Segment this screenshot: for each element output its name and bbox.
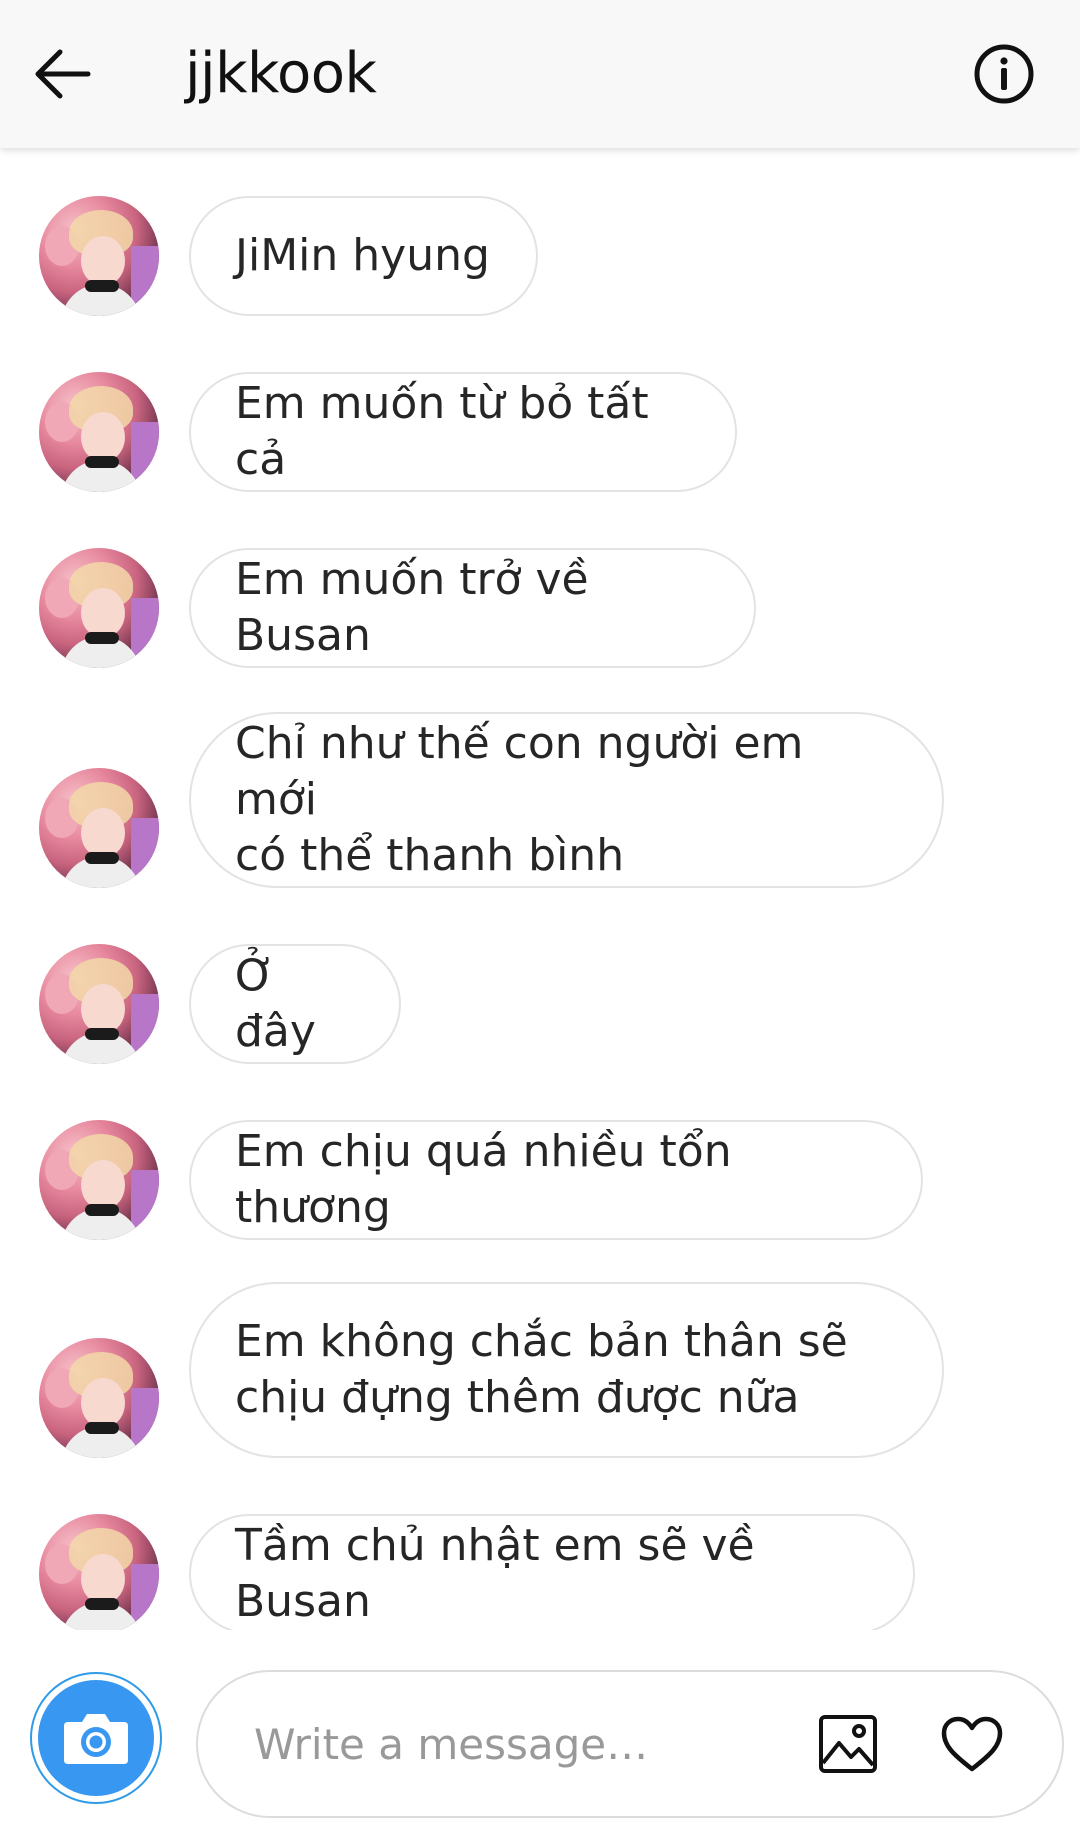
message-composer [0, 1630, 1080, 1843]
avatar[interactable] [39, 1338, 159, 1458]
avatar[interactable] [39, 768, 159, 888]
camera-button[interactable] [30, 1672, 162, 1804]
avatar[interactable] [39, 1514, 159, 1630]
back-button[interactable] [22, 34, 102, 114]
info-circle-icon [974, 44, 1034, 104]
avatar[interactable] [39, 944, 159, 1064]
like-button[interactable] [934, 1706, 1010, 1782]
camera-button-fill [38, 1680, 154, 1796]
message-text: Tầm chủ nhật em sẽ về Busan [235, 1520, 769, 1627]
top-bar: jjkkook [0, 0, 1080, 148]
camera-icon [64, 1714, 128, 1764]
message-bubble[interactable]: Ở đây [189, 944, 401, 1064]
message-row: JiMin hyung [0, 196, 1080, 316]
message-row: Ở đây [0, 944, 1080, 1064]
message-row: Em muốn từ bỏ tất cả [0, 372, 1080, 492]
gallery-button[interactable] [810, 1706, 886, 1782]
direct-message-screen: jjkkook JiMin hyung Em muốn từ bỏ tất cả… [0, 0, 1080, 1843]
message-text: Em muốn từ bỏ tất cả [235, 378, 663, 485]
message-row: Tầm chủ nhật em sẽ về Busan [0, 1514, 1080, 1630]
avatar[interactable] [39, 372, 159, 492]
gallery-icon [819, 1715, 877, 1773]
message-text: Chỉ như thế con người em mới có thể than… [235, 718, 804, 881]
message-input[interactable] [254, 1712, 774, 1776]
message-text: JiMin hyung [235, 230, 490, 281]
avatar[interactable] [39, 548, 159, 668]
message-thread[interactable]: JiMin hyung Em muốn từ bỏ tất cả Em muốn… [0, 148, 1080, 1630]
message-bubble[interactable]: Tầm chủ nhật em sẽ về Busan [189, 1514, 915, 1630]
avatar[interactable] [39, 1120, 159, 1240]
avatar[interactable] [39, 196, 159, 316]
message-bubble[interactable]: Em chịu quá nhiều tổn thương [189, 1120, 923, 1240]
message-row: Em chịu quá nhiều tổn thương [0, 1120, 1080, 1240]
message-text: Em muốn trở về Busan [235, 554, 603, 661]
message-bubble[interactable]: Chỉ như thế con người em mới có thể than… [189, 712, 944, 888]
heart-icon [941, 1716, 1003, 1772]
message-text: Ở đây [235, 950, 316, 1057]
message-bubble[interactable]: Em muốn trở về Busan [189, 548, 756, 668]
message-row: Chỉ như thế con người em mới có thể than… [0, 712, 1080, 888]
message-bubble[interactable]: JiMin hyung [189, 196, 538, 316]
message-input-container [196, 1670, 1064, 1818]
arrow-left-icon [35, 49, 91, 99]
message-row: Em muốn trở về Busan [0, 548, 1080, 668]
info-button[interactable] [964, 34, 1044, 114]
message-bubble[interactable]: Em muốn từ bỏ tất cả [189, 372, 737, 492]
conversation-title[interactable]: jjkkook [185, 38, 377, 110]
message-text: Em không chắc bản thân sẽ chịu đựng thêm… [235, 1316, 848, 1423]
message-bubble[interactable]: Em không chắc bản thân sẽ chịu đựng thêm… [189, 1282, 944, 1458]
message-text: Em chịu quá nhiều tổn thương [235, 1126, 746, 1233]
message-row: Em không chắc bản thân sẽ chịu đựng thêm… [0, 1282, 1080, 1458]
